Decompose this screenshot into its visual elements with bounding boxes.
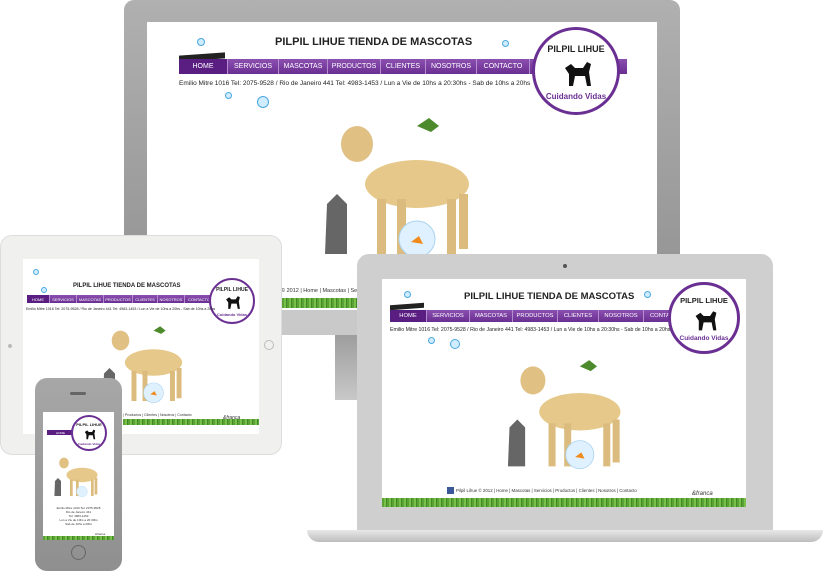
- nav-nosotros[interactable]: NOSOTROS: [599, 310, 644, 322]
- footer-links: Pilpil Lihue © 2012 | Home | Mascotas | …: [456, 488, 637, 493]
- bubble-decoration: [225, 92, 232, 99]
- nav-clientes[interactable]: CLIENTES: [558, 310, 599, 322]
- laptop-camera: [563, 264, 567, 268]
- nav-servicios[interactable]: SERVICIOS: [50, 295, 77, 303]
- bubble-decoration: [257, 96, 269, 108]
- nav-servicios[interactable]: SERVICIOS: [228, 59, 279, 74]
- nav-servicios[interactable]: SERVICIOS: [427, 310, 470, 322]
- page-title: PILPIL LIHUE TIENDA DE MASCOTAS: [275, 36, 473, 48]
- pets-illustration: [325, 118, 469, 258]
- bubble-decoration: [450, 339, 460, 349]
- nav-productos[interactable]: PRODUCTOS: [328, 59, 381, 74]
- dog-silhouette-icon: [226, 296, 240, 309]
- nav-home[interactable]: HOME: [390, 310, 427, 322]
- bubble-decoration: [644, 291, 651, 298]
- nav-mascotas[interactable]: MASCOTAS: [470, 310, 513, 322]
- logo-text-top: PILPIL LIHUE: [680, 296, 728, 305]
- phone-speaker: [70, 392, 86, 395]
- brand-logo: PILPIL LIHUE Cuidando Vidas: [209, 278, 255, 324]
- page-title: PILPIL LIHUE TIENDA DE MASCOTAS: [464, 291, 635, 302]
- nav-home[interactable]: HOME: [179, 59, 228, 74]
- grass-strip: [43, 536, 114, 540]
- nav-clientes[interactable]: CLIENTES: [381, 59, 426, 74]
- nav-mascotas[interactable]: MASCOTAS: [77, 295, 104, 303]
- logo-text-top: PILPIL LIHUE: [547, 44, 605, 54]
- footer-links: | Productos | Clientes | Nosotros | Cont…: [123, 413, 192, 417]
- nav-productos[interactable]: PRODUCTOS: [513, 310, 558, 322]
- phone-home-button[interactable]: [71, 545, 86, 560]
- brand-logo: PILPIL LIHUE Cuidando Vidas: [668, 282, 740, 354]
- bubble-decoration: [41, 287, 47, 293]
- dog-silhouette-icon: [565, 62, 591, 86]
- laptop-screen: PILPIL LIHUE TIENDA DE MASCOTAS HOME SER…: [382, 279, 746, 507]
- brand-logo: PILPIL LIHUE Cuidando Vidas: [532, 27, 620, 115]
- bubble-decoration: [404, 291, 411, 298]
- nav-nosotros[interactable]: NOSOTROS: [158, 295, 185, 303]
- nav-nosotros[interactable]: NOSOTROS: [426, 59, 477, 74]
- contact-info: Emilio Mitre 1016 Tel: 2075-9528 / Rio d…: [390, 327, 671, 333]
- contact-info: Emilio Mitre 1016 Tel: 2075-9528 / Rio d…: [26, 307, 216, 311]
- nav-mascotas[interactable]: MASCOTAS: [279, 59, 328, 74]
- logo-text-bottom: Cuidando Vidas: [77, 442, 101, 446]
- phone-screen: HOME PILPIL LIHUE Cuidando Vidas Emilio …: [43, 412, 114, 540]
- pets-illustration: [54, 457, 98, 498]
- bubble-decoration: [197, 38, 205, 46]
- pets-illustration: [507, 360, 621, 470]
- nav-clientes[interactable]: CLIENTES: [133, 295, 158, 303]
- facebook-icon[interactable]: [447, 487, 454, 494]
- main-nav: HOME SERVICIOS MASCOTAS PRODUCTOS CLIENT…: [27, 295, 217, 303]
- page-title: PILPIL LIHUE TIENDA DE MASCOTAS: [73, 283, 181, 289]
- phone-info-line: Sab de 10hs a 20hs: [65, 522, 92, 526]
- bubble-decoration: [502, 40, 509, 47]
- credit-text: &franca: [692, 491, 713, 497]
- tablet-camera: [8, 344, 12, 348]
- nav-productos[interactable]: PRODUCTOS: [104, 295, 133, 303]
- grass-strip: [123, 419, 259, 425]
- contact-info: Emilio Mitre 1016 Tel: 2075-9528 / Rio d…: [179, 80, 531, 87]
- laptop-base: [307, 530, 823, 542]
- brand-logo: PILPIL LIHUE Cuidando Vidas: [71, 415, 107, 451]
- dog-silhouette-icon: [84, 429, 96, 440]
- grass-strip: [382, 498, 746, 507]
- dog-silhouette-icon: [695, 311, 717, 331]
- logo-text-bottom: Cuidando Vidas: [545, 92, 607, 101]
- main-nav: HOME SERVICIOS MASCOTAS PRODUCTOS CLIENT…: [390, 310, 702, 322]
- logo-text-top: PILPIL LIHUE: [216, 287, 248, 293]
- logo-text-top: PILPIL LIHUE: [76, 422, 102, 427]
- nav-home[interactable]: HOME: [27, 295, 50, 303]
- logo-text-bottom: Cuidando Vidas: [216, 312, 248, 317]
- bubble-decoration: [428, 337, 435, 344]
- tablet-home-button[interactable]: [264, 340, 274, 350]
- footer-links: © 2012 | Home | Mascotas | Serv: [281, 288, 362, 294]
- logo-text-bottom: Cuidando Vidas: [679, 335, 729, 342]
- bubble-decoration: [33, 269, 39, 275]
- nav-contacto[interactable]: CONTACTO: [477, 59, 530, 74]
- phone-contact-info: Emilio Mitre 1016 Tel: 2075-9528 Rio de …: [43, 506, 114, 526]
